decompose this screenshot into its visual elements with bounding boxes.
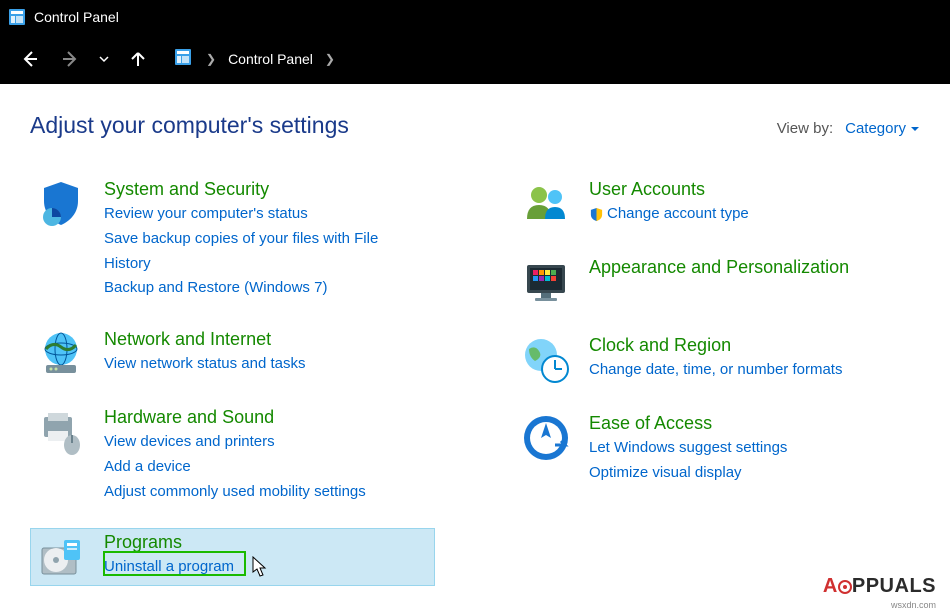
- window-title: Control Panel: [34, 9, 119, 25]
- shield-pie-icon: [36, 179, 86, 229]
- category-link[interactable]: View network status and tasks: [104, 352, 429, 377]
- category-title[interactable]: Hardware and Sound: [104, 407, 429, 428]
- categories-grid: System and Security Review your computer…: [30, 175, 920, 606]
- view-by-value: Category: [845, 120, 906, 137]
- nav-forward-button[interactable]: [52, 41, 88, 77]
- breadcrumb-segment[interactable]: Control Panel: [222, 51, 319, 67]
- clock-globe-icon: [521, 335, 571, 385]
- view-by-control: View by: Category: [777, 120, 920, 137]
- monitor-colors-icon: [521, 257, 571, 307]
- category-link[interactable]: Optimize visual display: [589, 461, 914, 486]
- category-title[interactable]: System and Security: [104, 179, 429, 200]
- printer-mouse-icon: [36, 407, 86, 457]
- category-link[interactable]: Add a device: [104, 455, 429, 480]
- control-panel-icon: [174, 48, 192, 71]
- category-link[interactable]: Change date, time, or number formats: [589, 358, 914, 383]
- category-programs[interactable]: Programs Uninstall a program: [30, 528, 435, 586]
- category-ease-of-access[interactable]: Ease of Access Let Windows suggest setti…: [515, 409, 920, 490]
- globe-network-icon: [36, 329, 86, 379]
- categories-left-column: System and Security Review your computer…: [30, 175, 435, 606]
- page-title: Adjust your computer's settings: [30, 112, 349, 139]
- categories-right-column: User Accounts Change account type: [515, 175, 920, 606]
- category-network-internet[interactable]: Network and Internet View network status…: [30, 325, 435, 383]
- category-clock-region[interactable]: Clock and Region Change date, time, or n…: [515, 331, 920, 389]
- gear-icon: [838, 580, 852, 594]
- category-link[interactable]: Change account type: [589, 202, 914, 227]
- user-accounts-icon: [521, 179, 571, 229]
- category-link[interactable]: Adjust commonly used mobility settings: [104, 480, 429, 505]
- navigation-bar: ❯ Control Panel ❯: [0, 34, 950, 84]
- category-appearance-personalization[interactable]: Appearance and Personalization: [515, 253, 920, 311]
- category-title[interactable]: Ease of Access: [589, 413, 914, 434]
- category-link[interactable]: Review your computer's status: [104, 202, 429, 227]
- category-title[interactable]: User Accounts: [589, 179, 914, 200]
- chevron-down-icon: [910, 124, 920, 134]
- watermark-text: PPUALS: [852, 575, 936, 597]
- watermark: A PPUALS: [823, 575, 936, 598]
- chevron-right-icon[interactable]: ❯: [319, 52, 341, 66]
- category-link-uninstall[interactable]: Uninstall a program: [104, 555, 429, 580]
- watermark-sub: wsxdn.com: [891, 600, 936, 610]
- control-panel-icon: [8, 8, 26, 26]
- category-system-security[interactable]: System and Security Review your computer…: [30, 175, 435, 305]
- category-link[interactable]: Backup and Restore (Windows 7): [104, 276, 429, 301]
- uac-shield-icon: [589, 207, 604, 222]
- content-header: Adjust your computer's settings View by:…: [30, 112, 920, 139]
- view-by-dropdown[interactable]: Category: [845, 120, 920, 137]
- programs-disc-icon: [36, 532, 86, 582]
- category-link[interactable]: Save backup copies of your files with Fi…: [104, 227, 429, 277]
- category-user-accounts[interactable]: User Accounts Change account type: [515, 175, 920, 233]
- category-link[interactable]: View devices and printers: [104, 430, 429, 455]
- category-title[interactable]: Appearance and Personalization: [589, 257, 914, 278]
- nav-history-dropdown[interactable]: [92, 41, 116, 77]
- link-text: Change account type: [607, 205, 749, 222]
- window-titlebar: Control Panel: [0, 0, 950, 34]
- category-link[interactable]: Let Windows suggest settings: [589, 436, 914, 461]
- category-hardware-sound[interactable]: Hardware and Sound View devices and prin…: [30, 403, 435, 508]
- nav-up-button[interactable]: [120, 41, 156, 77]
- content-area: Adjust your computer's settings View by:…: [0, 84, 950, 616]
- category-title[interactable]: Programs: [104, 532, 429, 553]
- address-bar[interactable]: ❯ Control Panel ❯: [168, 44, 938, 74]
- chevron-right-icon[interactable]: ❯: [200, 52, 222, 66]
- ease-of-access-icon: [521, 413, 571, 463]
- nav-back-button[interactable]: [12, 41, 48, 77]
- view-by-label: View by:: [777, 120, 833, 137]
- category-title[interactable]: Clock and Region: [589, 335, 914, 356]
- watermark-letter: A: [823, 575, 838, 597]
- category-title[interactable]: Network and Internet: [104, 329, 429, 350]
